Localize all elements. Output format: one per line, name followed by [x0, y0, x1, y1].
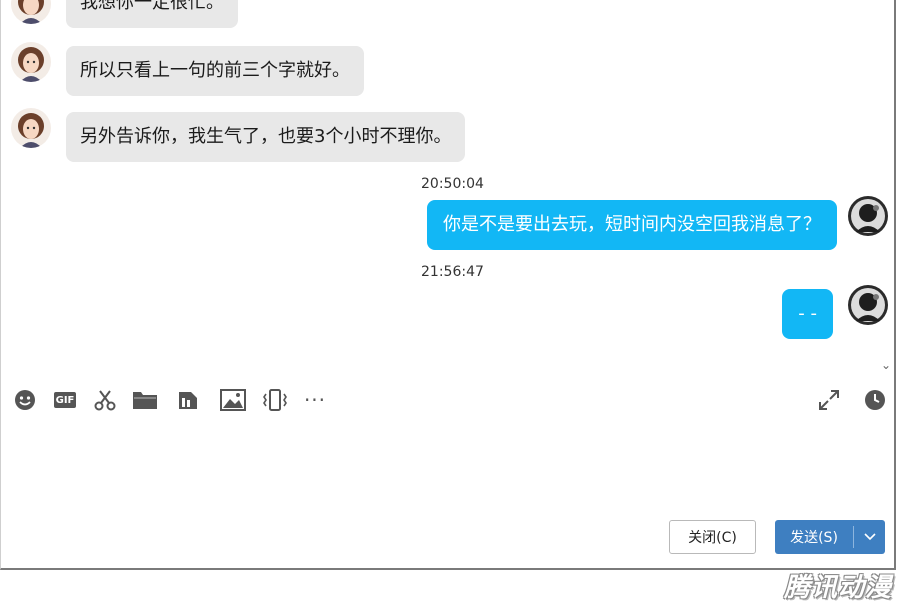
message-bubble[interactable]: - - — [782, 289, 833, 339]
watermark-logo: 腾讯动漫 — [783, 573, 892, 603]
timestamp: 20:50:04 — [421, 176, 484, 192]
chat-history[interactable]: 我想你一定很忙。 所以只看上一句的前三个字就好。 另外告诉你，我生气了，也要3个… — [1, 0, 895, 375]
emoji-icon[interactable] — [11, 386, 39, 414]
contact-avatar[interactable] — [11, 42, 51, 82]
gif-label: GIF — [54, 392, 76, 408]
shake-icon[interactable] — [261, 386, 289, 414]
send-button-group: 发送(S) — [775, 520, 885, 554]
image-icon[interactable] — [219, 386, 247, 414]
message-bubble[interactable]: 你是不是要出去玩，短时间内没空回我消息了？ — [427, 200, 837, 250]
scroll-down-icon[interactable]: ⌄ — [881, 358, 891, 372]
doc-icon[interactable] — [174, 386, 202, 414]
scissors-icon[interactable] — [91, 386, 119, 414]
message-input[interactable] — [11, 424, 885, 518]
gif-icon[interactable]: GIF — [51, 386, 79, 414]
contact-avatar[interactable] — [11, 0, 51, 24]
user-avatar[interactable] — [848, 196, 888, 236]
chevron-down-icon — [863, 533, 876, 541]
close-button[interactable]: 关闭(C) — [669, 520, 756, 554]
user-avatar[interactable] — [848, 285, 888, 325]
send-options-button[interactable] — [854, 520, 885, 554]
send-button[interactable]: 发送(S) — [775, 520, 853, 554]
message-bubble[interactable]: 所以只看上一句的前三个字就好。 — [66, 46, 364, 96]
contact-avatar[interactable] — [11, 108, 51, 148]
history-icon[interactable] — [861, 386, 889, 414]
expand-icon[interactable] — [815, 386, 843, 414]
chat-window: 我想你一定很忙。 所以只看上一句的前三个字就好。 另外告诉你，我生气了，也要3个… — [0, 0, 896, 570]
message-bubble[interactable]: 我想你一定很忙。 — [66, 0, 238, 28]
timestamp: 21:56:47 — [421, 264, 484, 280]
input-toolbar: GIF ··· — [1, 380, 895, 420]
folder-icon[interactable] — [131, 386, 159, 414]
more-icon[interactable]: ··· — [301, 386, 329, 414]
message-bubble[interactable]: 另外告诉你，我生气了，也要3个小时不理你。 — [66, 112, 466, 162]
